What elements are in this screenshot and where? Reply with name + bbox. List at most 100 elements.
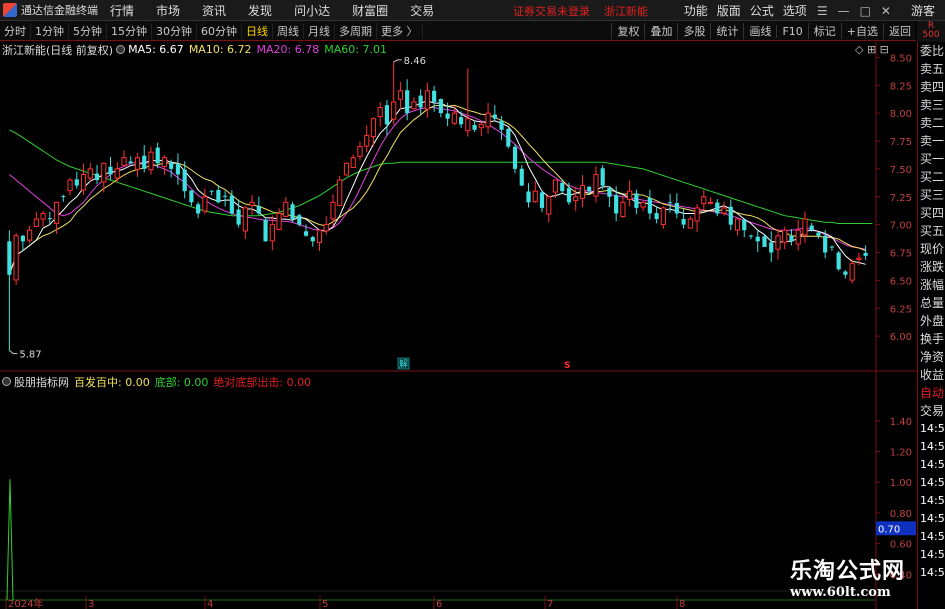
indicator-title[interactable]: 股朋指标网 — [14, 374, 69, 390]
period-tab[interactable]: 分时 — [0, 22, 31, 39]
candle-body-up — [694, 207, 700, 222]
menu-news[interactable]: 资讯 — [202, 2, 226, 19]
candle-body-down — [789, 236, 794, 242]
watermark-title: 乐淘公式网 — [790, 559, 906, 584]
kline-chart[interactable]: 8.46 5.87 解 S 8.50 8.25 8.00 7.75 7.50 7.25 7.00 6… — [0, 42, 917, 609]
period-tab[interactable]: 15分钟 — [107, 22, 152, 39]
add-watchlist-button[interactable]: +自选 — [840, 23, 883, 39]
candle-body-down — [668, 202, 673, 204]
side-quote-label: 买二 — [920, 170, 945, 184]
candle-body-up — [734, 218, 741, 231]
indicator-settings-icon[interactable] — [2, 377, 11, 386]
period-tab[interactable]: 月线 — [304, 22, 335, 39]
period-tab[interactable]: 60分钟 — [197, 22, 242, 39]
period-tab-active[interactable]: 日线 — [242, 22, 273, 39]
candle-body-up — [721, 207, 727, 214]
side-quote-label: 卖三 — [920, 98, 945, 112]
side-quote-label: 换手 — [920, 332, 945, 346]
candle-body-down — [762, 236, 767, 247]
menu-discover[interactable]: 发现 — [248, 2, 272, 19]
indicator-settings-icon[interactable] — [116, 45, 126, 54]
close-icon[interactable]: ✕ — [881, 4, 891, 18]
candle-body-up — [276, 212, 282, 230]
candle-body-up — [856, 257, 862, 260]
candle-body-down — [223, 195, 228, 197]
f10-button[interactable]: F10 — [776, 24, 807, 38]
stock-title[interactable]: 浙江新能(日线 前复权) — [2, 42, 113, 58]
event-jie-label: 解 — [399, 358, 408, 370]
period-tab[interactable]: 周线 — [273, 22, 304, 39]
side-trade-label[interactable]: 交易 — [918, 402, 945, 420]
candle-body-up — [627, 190, 633, 201]
menu-quotes[interactable]: 行情 — [110, 2, 134, 19]
menu-trade[interactable]: 交易 — [410, 2, 434, 19]
menu-formula[interactable]: 公式 — [750, 2, 774, 19]
menu-ask[interactable]: 问小达 — [294, 2, 330, 19]
side-quote-panel: 委比 卖五 卖四 卖三 卖二 卖一 买一 买二 买三 买四 买五 现价 涨跌 涨幅 总量 外盘 换手 净资 收益 自… — [917, 42, 945, 609]
overlay-button[interactable]: 叠加 — [644, 23, 677, 39]
candle-body-up — [161, 157, 168, 167]
candle-body-down — [169, 162, 174, 169]
candle-body-down — [384, 105, 390, 125]
main-legend: 浙江新能(日线 前复权) MA5: 6.67 MA10: 6.72 MA20: … — [2, 42, 392, 57]
side-trade-time: 14:56 — [920, 476, 945, 489]
side-trade-time: 14:56 — [920, 458, 945, 471]
date-tick-label: 2024年 — [8, 597, 43, 609]
period-tab[interactable]: 多周期 — [335, 22, 377, 39]
side-trade-times: 14:56 14:56 14:56 14:56 14:56 14:56 14:56 14:56… — [918, 420, 945, 582]
mark-button[interactable]: 标记 — [807, 23, 841, 39]
multi-stock-button[interactable]: 多股 — [677, 23, 710, 39]
candle-body-down — [600, 168, 605, 186]
candle-body-up — [337, 179, 343, 206]
candle-body-down — [634, 193, 639, 208]
restore-rights-button[interactable]: 复权 — [611, 23, 644, 39]
candle-body-down — [438, 99, 443, 114]
period-tab[interactable]: 30分钟 — [152, 22, 197, 39]
menu-wealth[interactable]: 财富圈 — [352, 2, 388, 19]
skin-icon[interactable]: ☰ — [817, 4, 828, 18]
guest-login[interactable]: 游客 — [911, 2, 935, 19]
candle-body-up — [87, 168, 93, 179]
candle-body-up — [357, 146, 363, 157]
candle-body-down — [94, 173, 100, 181]
side-quote-label: 买三 — [920, 188, 945, 202]
statistics-button[interactable]: 统计 — [710, 23, 743, 39]
legend-tool-icons[interactable]: ◇ ⊞ ⊟ — [855, 43, 889, 56]
candle-body-up — [53, 201, 60, 224]
menu-function[interactable]: 功能 — [684, 2, 708, 19]
minimize-icon[interactable]: — — [838, 4, 850, 18]
candle-body-down — [472, 124, 477, 130]
candle-body-up — [465, 118, 471, 132]
candle-body-down — [526, 191, 531, 203]
candle-body-up — [283, 201, 289, 217]
period-tab[interactable]: 5分钟 — [69, 22, 107, 39]
menu-options[interactable]: 选项 — [783, 2, 807, 19]
side-quote-label: 卖二 — [920, 116, 945, 130]
candle-body-up — [660, 207, 666, 226]
candle-body-down — [715, 202, 720, 214]
indicator-item-juedui: 绝对底部出击: 0.00 — [213, 375, 312, 389]
back-button[interactable]: 返回 — [883, 23, 916, 39]
price-tick-label: 8.25 — [890, 81, 912, 92]
maximize-icon[interactable]: □ — [860, 4, 871, 18]
side-quote-label: 总量 — [920, 296, 945, 310]
indicator-current-label: 0.70 — [878, 524, 900, 535]
indicator-spike — [6, 479, 14, 601]
menu-layout[interactable]: 版面 — [717, 2, 741, 19]
period-tab[interactable]: 1分钟 — [31, 22, 69, 39]
side-trade-time: 14:56 — [920, 548, 945, 561]
ma60-polyline — [9, 129, 873, 224]
candle-body-down — [236, 209, 241, 225]
period-more[interactable]: 更多 〉 — [377, 22, 423, 39]
candle-body-up — [546, 196, 552, 215]
candle-body-up — [80, 173, 87, 191]
side-quote-label: 买五 — [920, 224, 945, 238]
candle-body-down — [674, 202, 679, 214]
candle-body-down — [310, 237, 315, 242]
candle-body-up — [148, 151, 154, 171]
side-auto-label[interactable]: 自动 — [918, 384, 945, 402]
login-notice[interactable]: 证券交易未登录 浙江新能 — [513, 3, 648, 19]
menu-market[interactable]: 市场 — [156, 2, 180, 19]
price-tick-label: 6.25 — [890, 304, 912, 315]
draw-line-button[interactable]: 画线 — [743, 23, 776, 39]
